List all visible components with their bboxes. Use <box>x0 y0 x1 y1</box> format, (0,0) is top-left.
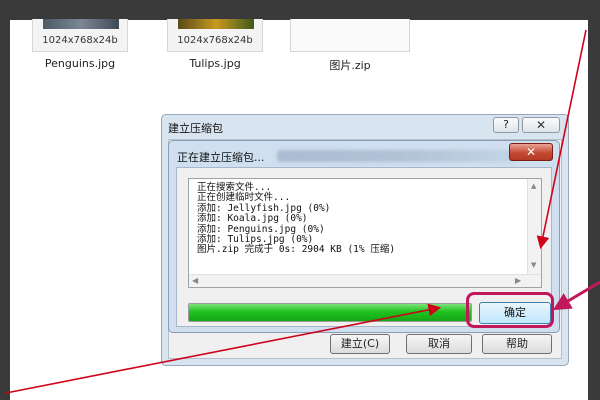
arrow-top-right <box>536 29 587 250</box>
arrow-right <box>552 280 600 311</box>
annotation-arrows <box>5 29 600 394</box>
arrow-bottom-left <box>5 303 442 394</box>
